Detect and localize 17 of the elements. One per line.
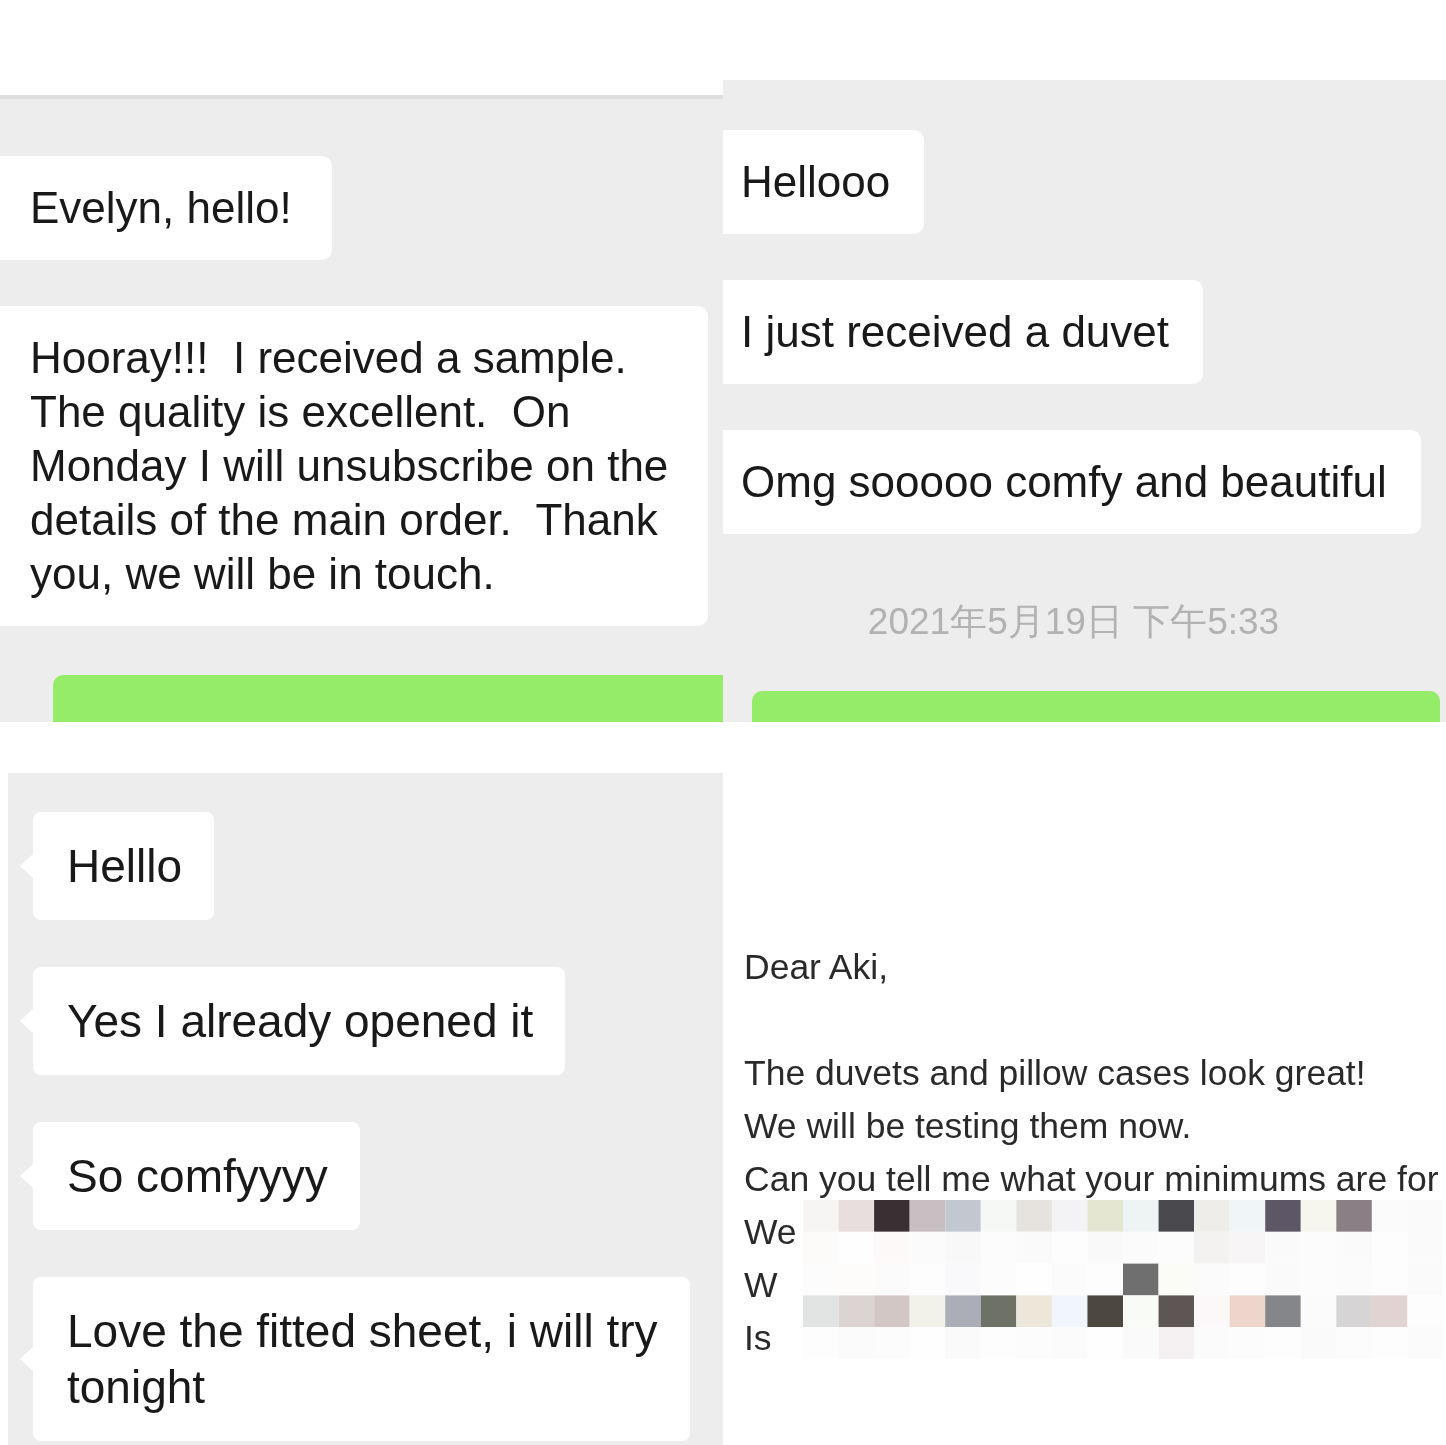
message-bubble: So comfyyyy (20, 1122, 360, 1230)
message-bubble: Hellooo (723, 130, 925, 234)
message-bubble: Helllo (20, 812, 215, 920)
message-bubble: Hooray!!! I received a sample. The quality is excellent. On Monday I will unsubscribe on the details of the main order. Thank you, we will be in touch. (0, 306, 709, 626)
email-text-line: Can you tell me what your minimums are for (744, 1158, 1439, 1201)
message-bubble: Omg sooooo comfy and beautiful (723, 430, 1421, 534)
email-text-fragment: We (744, 1211, 797, 1254)
message-bubble: Evelyn, hello! (0, 156, 332, 260)
message-bubble: I just received a duvet (723, 280, 1203, 384)
message-timestamp: 2021年5月19日 下午5:33 (867, 601, 1280, 643)
email-text-fragment: W (744, 1264, 778, 1307)
message-bubble: Yes I already opened it (20, 967, 566, 1075)
email-text-line: We will be testing them now. (744, 1105, 1192, 1148)
email-text-fragment: Is (744, 1317, 772, 1360)
email-greeting: Dear Aki, (744, 946, 889, 989)
message-bubble: Love the fitted sheet, i will try tonight (20, 1277, 690, 1441)
email-text-line: The duvets and pillow cases look great! (744, 1052, 1366, 1095)
